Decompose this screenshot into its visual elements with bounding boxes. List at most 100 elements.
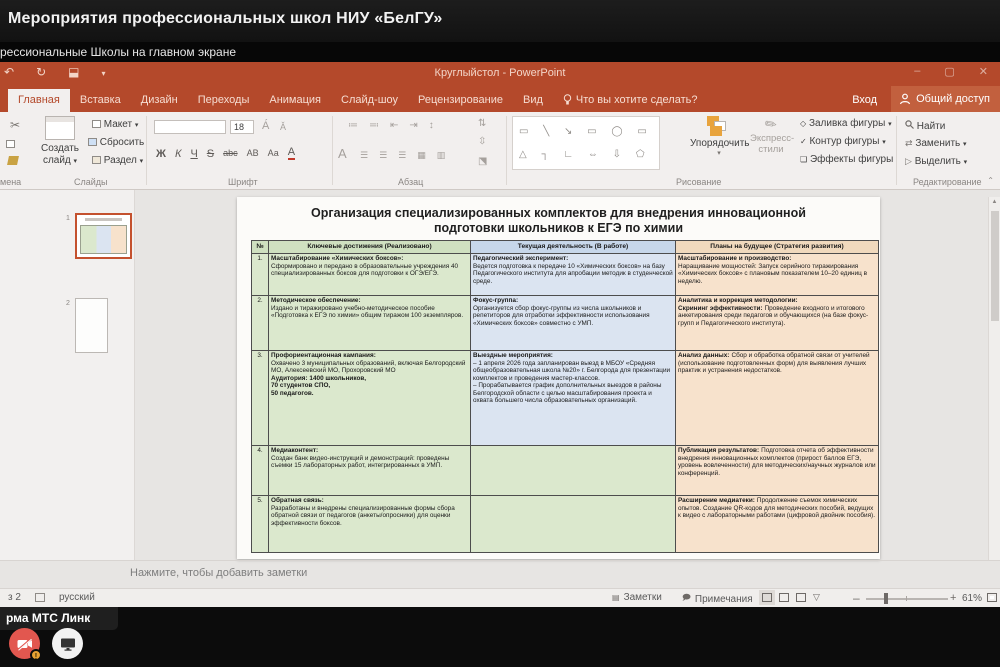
- slide-canvas[interactable]: Организация специализированных комплекто…: [237, 197, 880, 559]
- clipboard-group-label: мена: [0, 177, 21, 187]
- layout-button[interactable]: Макет ▾: [92, 119, 138, 130]
- tab-home[interactable]: Главная: [8, 89, 70, 112]
- tab-slideshow[interactable]: Слайд-шоу: [331, 89, 408, 112]
- zoom-out-icon[interactable]: –: [853, 591, 860, 605]
- table-row: 2. Методическое обеспечение:Издано и тир…: [252, 296, 879, 351]
- shrink-font-icon[interactable]: А̌: [280, 122, 286, 132]
- notes-pane[interactable]: Нажмите, чтобы добавить заметки: [0, 560, 1000, 588]
- scrollbar-thumb[interactable]: [991, 211, 999, 321]
- comments-toggle-button[interactable]: 🗩 Примечания: [682, 592, 753, 606]
- slide-thumbnail-panel: 1 2: [0, 190, 135, 560]
- zoom-slider-track[interactable]: [866, 598, 948, 600]
- align-text-icon[interactable]: ⇳: [478, 136, 486, 147]
- select-button[interactable]: ▷ Выделить ▾: [905, 156, 967, 167]
- columns-icon[interactable]: ▥: [437, 150, 446, 161]
- italic-button[interactable]: К: [175, 148, 181, 160]
- current-cell: Фокус-группа:Организуется сбор фокус-гру…: [471, 296, 676, 351]
- new-slide-button[interactable]: Создать слайд ▾: [32, 115, 88, 179]
- quick-styles-button[interactable]: ✎ Экспресс-стили: [750, 116, 792, 155]
- change-case-button[interactable]: Аа: [268, 148, 279, 160]
- slideshow-view-icon[interactable]: ▽: [813, 592, 820, 603]
- zoom-slider-handle[interactable]: [884, 593, 888, 604]
- strikethrough-button[interactable]: abc: [223, 148, 238, 160]
- share-overlay-title-bar: Мероприятия профессиональных школ НИУ «Б…: [0, 0, 1000, 42]
- shapes-gallery[interactable]: ▭ ╲ ↘ ▭ ◯ ▭△ ┐ ∟ ⇔ ⇩ ⬠: [512, 116, 660, 170]
- tell-me-box[interactable]: Что вы хотите сделать?: [553, 89, 708, 112]
- align-center-icon[interactable]: ☰: [379, 150, 387, 161]
- table-header-row: № Ключевые достижения (Реализовано) Теку…: [252, 241, 879, 254]
- status-bar: з 2 русский ▤ Заметки 🗩 Примечания ▽ – +…: [0, 588, 1000, 607]
- font-size-combobox[interactable]: 18: [230, 120, 254, 134]
- editing-group-label: Редактирование: [913, 177, 982, 187]
- thumbnail-1-number: 1: [66, 215, 70, 222]
- camera-off-button[interactable]: !: [9, 628, 40, 659]
- section-button[interactable]: Раздел ▾: [92, 155, 143, 166]
- reset-button[interactable]: Сбросить: [88, 137, 144, 148]
- tab-transitions[interactable]: Переходы: [188, 89, 260, 112]
- slide-thumbnail-1[interactable]: [75, 213, 132, 259]
- find-button[interactable]: Найти: [905, 120, 945, 132]
- normal-view-icon[interactable]: [762, 593, 772, 602]
- zoom-in-icon[interactable]: +: [950, 592, 956, 604]
- grow-font-icon[interactable]: А́: [262, 120, 269, 132]
- share-button[interactable]: Общий доступ: [891, 86, 1000, 112]
- minimize-icon[interactable]: –: [914, 65, 920, 78]
- vertical-scrollbar[interactable]: ▲: [988, 197, 1000, 560]
- font-name-combobox[interactable]: [154, 120, 226, 134]
- bold-button[interactable]: Ж: [156, 148, 166, 160]
- decrease-indent-icon[interactable]: ⇤: [390, 120, 398, 131]
- arrange-button[interactable]: Упорядочить ▾: [690, 116, 748, 157]
- replace-button[interactable]: ⇄ Заменить ▾: [905, 138, 967, 149]
- reading-view-icon[interactable]: [796, 593, 806, 602]
- cut-icon[interactable]: ✂: [10, 118, 20, 132]
- plans-cell: Публикация результатов:Подготовка отчета…: [676, 446, 879, 496]
- format-painter-icon[interactable]: [7, 156, 19, 165]
- current-cell: Выездные мероприятия:– 1 апреля 2026 год…: [471, 351, 676, 446]
- add-text-icon[interactable]: А: [338, 146, 347, 161]
- bullets-icon[interactable]: ≔: [348, 120, 358, 131]
- notes-toggle-button[interactable]: ▤ Заметки: [612, 592, 662, 603]
- screen-share-button[interactable]: [52, 628, 83, 659]
- tab-design[interactable]: Дизайн: [131, 89, 188, 112]
- underline-button[interactable]: Ч: [190, 148, 197, 160]
- tab-animations[interactable]: Анимация: [259, 89, 331, 112]
- table-row: 5. Обратная связь:Разработаны и внедрены…: [252, 496, 879, 553]
- language-indicator[interactable]: русский: [59, 592, 95, 603]
- align-right-icon[interactable]: ☰: [398, 150, 406, 161]
- fit-to-window-icon[interactable]: [987, 593, 997, 602]
- zoom-level[interactable]: 61%: [962, 593, 982, 604]
- align-left-icon[interactable]: ☰: [360, 150, 368, 161]
- notes-icon: ▤: [612, 593, 620, 602]
- achievements-cell: Методическое обеспечение:Издано и тиражи…: [269, 296, 471, 351]
- tab-view[interactable]: Вид: [513, 89, 553, 112]
- increase-indent-icon[interactable]: ⇥: [409, 120, 417, 131]
- numbering-icon[interactable]: ≕: [369, 120, 379, 131]
- close-icon[interactable]: ✕: [979, 65, 988, 78]
- shape-effects-button[interactable]: ❏ Эффекты фигуры: [800, 154, 893, 165]
- arrange-icon: [707, 116, 731, 136]
- shape-outline-button[interactable]: ✓ Контур фигуры ▾: [800, 136, 886, 147]
- collapse-ribbon-icon[interactable]: ⌃: [987, 176, 994, 185]
- scroll-up-icon[interactable]: ▲: [989, 197, 1000, 207]
- spell-check-icon[interactable]: [35, 593, 45, 602]
- table-row: 1. Масштабирование «Химических боксов»:С…: [252, 254, 879, 296]
- line-spacing-icon[interactable]: ↕: [429, 120, 434, 131]
- shape-fill-button[interactable]: ◇ Заливка фигуры ▾: [800, 118, 892, 129]
- plans-cell: Анализ данных:Сбор и обработка обратной …: [676, 351, 879, 446]
- window-title: Круглыйстол - PowerPoint: [0, 67, 1000, 79]
- maximize-icon[interactable]: ▢: [944, 65, 954, 78]
- text-direction-icon[interactable]: ⇅: [478, 118, 486, 129]
- text-shadow-button[interactable]: S: [207, 148, 214, 160]
- slide-sorter-view-icon[interactable]: [779, 593, 789, 602]
- font-color-button[interactable]: А: [288, 148, 295, 160]
- justify-icon[interactable]: ▦: [417, 150, 426, 161]
- tab-review[interactable]: Рецензирование: [408, 89, 513, 112]
- achievements-cell: Профориентационная кампания:Охвачено 3 м…: [269, 351, 471, 446]
- slide-indicator: з 2: [8, 592, 21, 603]
- smartart-icon[interactable]: ⬔: [478, 156, 487, 167]
- slide-thumbnail-2[interactable]: [75, 298, 108, 353]
- sign-in-button[interactable]: Вход: [838, 89, 891, 112]
- tab-insert[interactable]: Вставка: [70, 89, 131, 112]
- char-spacing-button[interactable]: АВ: [247, 148, 259, 160]
- paste-icon[interactable]: [6, 140, 15, 148]
